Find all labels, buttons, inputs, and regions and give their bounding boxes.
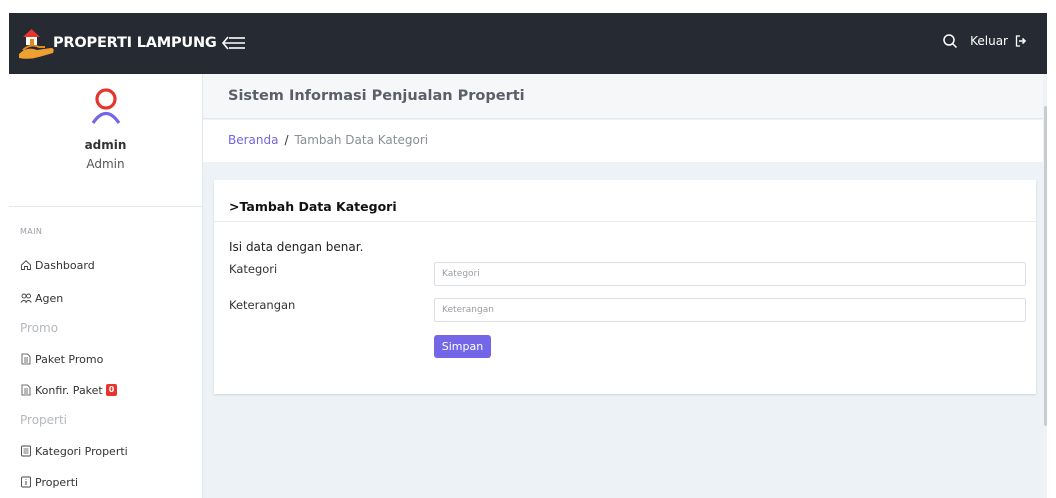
home-icon [20, 259, 32, 271]
notification-badge: 0 [105, 384, 118, 396]
user-name: admin [84, 138, 127, 152]
card-header: >Tambah Data Kategori [214, 180, 1036, 222]
kategori-input[interactable] [434, 262, 1026, 286]
file-icon [20, 353, 32, 365]
form-hint: Isi data dengan benar. [229, 240, 364, 254]
search-icon[interactable] [942, 33, 958, 49]
sidebar-item-konfir-paket[interactable]: Konfir. Paket 0 [20, 382, 202, 398]
brand[interactable]: PROPERTI LAMPUNG [17, 26, 217, 60]
save-button[interactable]: Simpan [434, 335, 491, 358]
nav-heading-main: MAIN [20, 227, 43, 236]
breadcrumb-home-link[interactable]: Beranda [228, 133, 278, 147]
scrollbar-thumb[interactable] [1044, 106, 1047, 426]
user-avatar-icon [91, 88, 121, 124]
sidebar-item-paket-promo[interactable]: Paket Promo [20, 351, 202, 367]
user-panel: admin Admin [9, 88, 202, 207]
info-icon [20, 476, 32, 488]
sidebar-item-dashboard[interactable]: Dashboard [20, 257, 202, 273]
keterangan-row: Keterangan [229, 298, 1029, 322]
top-navbar: PROPERTI LAMPUNG Keluar [9, 13, 1047, 74]
sidebar-item-label: Properti [35, 475, 79, 489]
page-header: Sistem Informasi Penjualan Properti [203, 74, 1047, 119]
sidebar-item-label: Agen [35, 291, 64, 305]
breadcrumb-separator: / [284, 133, 289, 147]
form-card: >Tambah Data Kategori Isi data dengan be… [214, 180, 1036, 394]
sidebar-item-kategori-properti[interactable]: Kategori Properti [20, 443, 202, 459]
user-role: Admin [86, 157, 125, 171]
sidebar-item-label: Kategori Properti [35, 444, 128, 458]
sidebar: admin Admin MAIN Dashboard Agen Promo Pa… [9, 74, 203, 498]
sidebar-item-label: Konfir. Paket [35, 383, 103, 397]
card-body: Isi data dengan benar. [214, 222, 1036, 254]
sidebar-item-agen[interactable]: Agen [20, 290, 202, 306]
menu-toggle-icon[interactable] [221, 33, 247, 53]
brand-name: PROPERTI LAMPUNG [53, 35, 217, 51]
file-icon [20, 384, 32, 396]
keterangan-label: Keterangan [229, 298, 296, 312]
page-scrollbar[interactable] [1043, 74, 1047, 498]
top-right-actions: Keluar [942, 33, 1027, 49]
breadcrumb-current: Tambah Data Kategori [294, 133, 429, 147]
sidebar-item-properti[interactable]: Properti [20, 474, 202, 490]
page-title: Sistem Informasi Penjualan Properti [228, 88, 525, 104]
card-title: >Tambah Data Kategori [229, 199, 397, 214]
keterangan-input[interactable] [434, 298, 1026, 322]
nav-group-promo: Promo [20, 321, 59, 335]
list-icon [20, 445, 32, 457]
logout-icon [1015, 35, 1027, 47]
logout-label: Keluar [970, 34, 1008, 48]
kategori-row: Kategori [229, 262, 1029, 286]
logout-button[interactable]: Keluar [970, 34, 1027, 48]
brand-logo-icon [17, 26, 57, 60]
sidebar-nav: MAIN Dashboard Agen Promo Paket Promo Ko… [9, 227, 202, 490]
kategori-label: Kategori [229, 262, 278, 276]
sidebar-item-label: Paket Promo [35, 352, 104, 366]
nav-group-properti: Properti [20, 413, 68, 427]
main-content: Sistem Informasi Penjualan Properti Bera… [203, 74, 1047, 498]
app-window: PROPERTI LAMPUNG Keluar admin Admin MAIN… [9, 13, 1047, 498]
users-icon [20, 292, 32, 304]
breadcrumb: Beranda / Tambah Data Kategori [203, 120, 1047, 162]
sidebar-item-label: Dashboard [35, 258, 95, 272]
